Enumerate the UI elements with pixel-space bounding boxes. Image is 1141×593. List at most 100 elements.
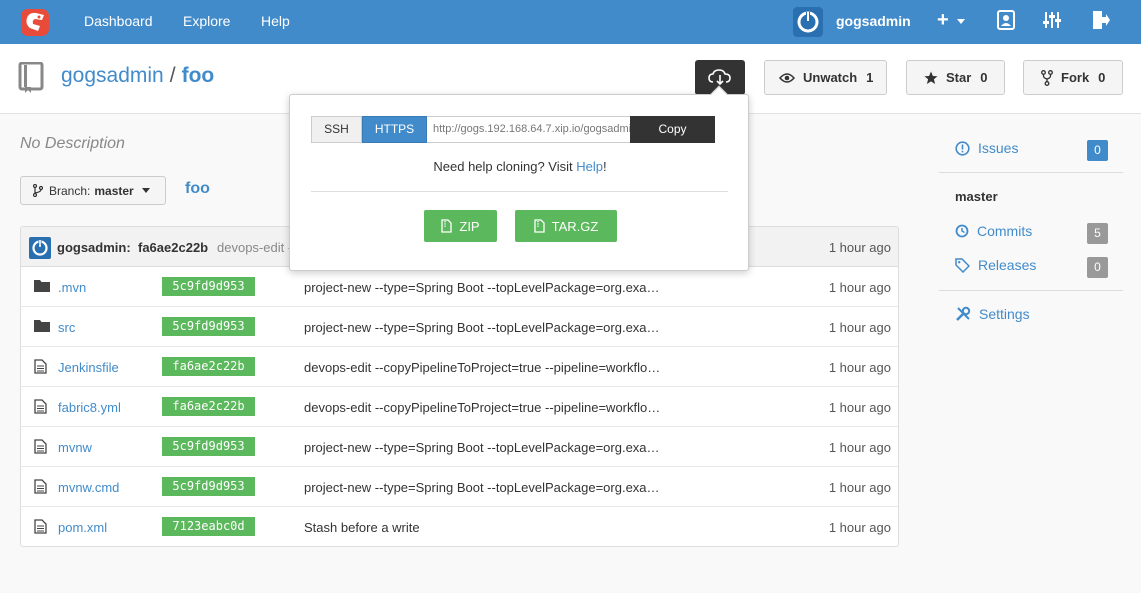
table-row: src 5c9fd9d953 project-new --type=Spring… bbox=[21, 307, 898, 347]
file-commit-sha[interactable]: 7123eabc0d bbox=[162, 517, 255, 536]
sidebar-divider bbox=[939, 172, 1123, 173]
clone-url-input[interactable]: http://gogs.192.168.64.7.xip.io/gogsadmi… bbox=[427, 116, 631, 143]
file-name-link[interactable]: mvnw bbox=[58, 440, 92, 455]
sidebar-branch-title: master bbox=[955, 189, 998, 204]
sidebar-item-label: Issues bbox=[978, 140, 1019, 156]
star-button[interactable]: Star 0 bbox=[906, 60, 1005, 95]
clone-help-suffix: ! bbox=[603, 159, 607, 174]
file-commit-time: 1 hour ago bbox=[828, 480, 891, 495]
file-name-link[interactable]: pom.xml bbox=[58, 520, 107, 535]
file-name-link[interactable]: Jenkinsfile bbox=[58, 360, 119, 375]
nav-help-link[interactable]: Help bbox=[261, 13, 290, 29]
clone-popup: SSH HTTPS http://gogs.192.168.64.7.xip.i… bbox=[289, 85, 750, 271]
create-new-dropdown[interactable]: + bbox=[937, 10, 969, 34]
copy-url-button[interactable]: Copy bbox=[630, 116, 715, 143]
folder-icon bbox=[34, 279, 50, 295]
file-commit-message: project-new --type=Spring Boot --topLeve… bbox=[304, 280, 660, 295]
file-commit-time: 1 hour ago bbox=[828, 400, 891, 415]
file-name-link[interactable]: src bbox=[58, 320, 75, 335]
file-name-link[interactable]: .mvn bbox=[58, 280, 86, 295]
table-row: mvnw 5c9fd9d953 project-new --type=Sprin… bbox=[21, 427, 898, 467]
sidebar-item-label: Releases bbox=[978, 257, 1037, 273]
clone-help-link[interactable]: Help bbox=[576, 159, 603, 174]
file-commit-time: 1 hour ago bbox=[828, 520, 891, 535]
repo-title: gogsadmin / foo bbox=[61, 64, 214, 88]
popup-divider bbox=[311, 191, 728, 192]
repo-owner-link[interactable]: gogsadmin bbox=[61, 64, 164, 87]
sidebar-divider bbox=[939, 290, 1123, 291]
file-commit-time: 1 hour ago bbox=[828, 360, 891, 375]
tools-icon bbox=[956, 306, 971, 321]
table-row: fabric8.yml fa6ae2c22b devops-edit --cop… bbox=[21, 387, 898, 427]
download-zip-button[interactable]: ZIP bbox=[424, 210, 497, 242]
unwatch-label: Unwatch bbox=[803, 70, 858, 85]
file-name-link[interactable]: fabric8.yml bbox=[58, 400, 121, 415]
history-icon bbox=[955, 224, 969, 238]
commit-sha[interactable]: fa6ae2c22b bbox=[138, 240, 208, 255]
file-commit-time: 1 hour ago bbox=[828, 440, 891, 455]
file-commit-sha[interactable]: fa6ae2c22b bbox=[162, 357, 255, 376]
file-commit-sha[interactable]: 5c9fd9d953 bbox=[162, 317, 255, 336]
fork-label: Fork bbox=[1061, 70, 1090, 85]
sidebar-item-releases[interactable]: Releases bbox=[955, 257, 1036, 273]
file-text-icon bbox=[34, 479, 47, 497]
https-tab-button[interactable]: HTTPS bbox=[362, 116, 427, 143]
branch-selector-button[interactable]: Branch: master bbox=[20, 176, 166, 205]
file-commit-sha[interactable]: fa6ae2c22b bbox=[162, 397, 255, 416]
file-commit-message: devops-edit --copyPipelineToProject=true… bbox=[304, 400, 661, 415]
targz-label: TAR.GZ bbox=[551, 218, 599, 234]
file-text-icon bbox=[34, 399, 47, 417]
gogs-logo-icon[interactable] bbox=[20, 6, 52, 38]
eye-icon bbox=[779, 72, 795, 83]
fork-button[interactable]: Fork 0 bbox=[1023, 60, 1123, 95]
file-table: gogsadmin: fa6ae2c22b devops-edit -- 1 h… bbox=[20, 226, 899, 547]
commit-message: devops-edit -- bbox=[217, 240, 297, 255]
fork-count: 0 bbox=[1098, 70, 1106, 85]
commit-author-avatar[interactable] bbox=[29, 237, 51, 259]
clone-help-prefix: Need help cloning? Visit bbox=[433, 159, 573, 174]
file-commit-message: Stash before a write bbox=[304, 520, 420, 535]
profile-card-icon[interactable] bbox=[997, 10, 1021, 34]
file-commit-message: project-new --type=Spring Boot --topLeve… bbox=[304, 440, 660, 455]
branch-name: master bbox=[94, 183, 134, 198]
branch-icon bbox=[33, 184, 43, 197]
commits-count-badge: 5 bbox=[1087, 223, 1108, 244]
fork-icon bbox=[1041, 69, 1053, 86]
table-row: mvnw.cmd 5c9fd9d953 project-new --type=S… bbox=[21, 467, 898, 507]
file-commit-sha[interactable]: 5c9fd9d953 bbox=[162, 277, 255, 296]
file-zip-icon bbox=[441, 219, 453, 233]
table-row: pom.xml 7123eabc0d Stash before a write … bbox=[21, 507, 898, 546]
table-row: .mvn 5c9fd9d953 project-new --type=Sprin… bbox=[21, 267, 898, 307]
sidebar-item-settings[interactable]: Settings bbox=[955, 306, 1030, 322]
file-commit-time: 1 hour ago bbox=[828, 320, 891, 335]
file-zip-icon bbox=[533, 219, 545, 233]
file-commit-sha[interactable]: 5c9fd9d953 bbox=[162, 477, 255, 496]
sign-out-icon[interactable] bbox=[1091, 10, 1115, 34]
path-breadcrumb[interactable]: foo bbox=[185, 180, 210, 198]
nav-username[interactable]: gogsadmin bbox=[836, 13, 911, 29]
repo-name-link[interactable]: foo bbox=[182, 64, 215, 87]
unwatch-button[interactable]: Unwatch 1 bbox=[764, 60, 887, 95]
download-targz-button[interactable]: TAR.GZ bbox=[515, 210, 617, 242]
admin-panel-icon[interactable] bbox=[1043, 10, 1067, 34]
star-label: Star bbox=[946, 70, 972, 85]
top-navbar: Dashboard Explore Help gogsadmin + bbox=[0, 0, 1141, 44]
file-commit-sha[interactable]: 5c9fd9d953 bbox=[162, 437, 255, 456]
nav-dashboard-link[interactable]: Dashboard bbox=[84, 13, 153, 29]
repo-description: No Description bbox=[20, 135, 125, 152]
issue-opened-icon bbox=[955, 140, 970, 156]
tag-icon bbox=[955, 257, 970, 273]
ssh-tab-button[interactable]: SSH bbox=[311, 116, 362, 143]
star-count: 0 bbox=[980, 70, 988, 85]
sidebar-item-commits[interactable]: Commits bbox=[955, 223, 1032, 239]
clone-help-text: Need help cloning? Visit Help! bbox=[290, 159, 750, 174]
user-avatar[interactable] bbox=[793, 7, 823, 37]
plus-icon: + bbox=[937, 9, 949, 31]
commit-author[interactable]: gogsadmin: bbox=[57, 240, 131, 255]
sidebar-item-issues[interactable]: Issues bbox=[955, 140, 1018, 156]
star-icon bbox=[924, 71, 938, 84]
file-name-link[interactable]: mvnw.cmd bbox=[58, 480, 119, 495]
commit-time: 1 hour ago bbox=[828, 240, 891, 255]
file-text-icon bbox=[34, 439, 47, 457]
nav-explore-link[interactable]: Explore bbox=[183, 13, 230, 29]
